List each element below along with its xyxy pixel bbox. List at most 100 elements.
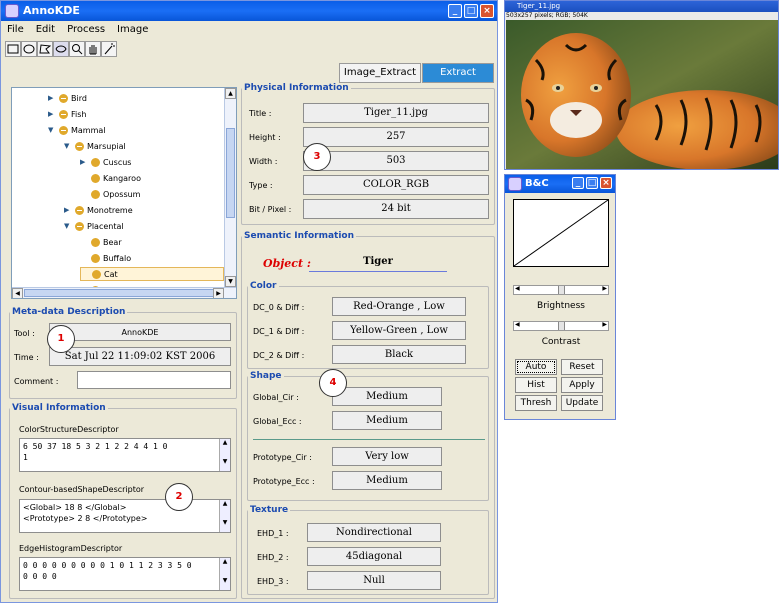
folder-node-icon (75, 141, 84, 151)
callout-2: 2 (165, 483, 193, 511)
meta-data-legend: Meta-data Description (12, 307, 126, 317)
tree-item-label: Monotreme (87, 205, 133, 215)
brightness-thumb[interactable] (558, 286, 565, 294)
shape-legend: Shape (250, 371, 282, 381)
image-title-bar[interactable]: Tiger_11.jpg (505, 1, 778, 12)
comment-input[interactable] (77, 371, 231, 389)
expand-down-icon[interactable]: ▼ (64, 222, 72, 230)
tree-item-marsupial[interactable]: ▼ Marsupial (64, 139, 126, 153)
folder-node-icon (59, 93, 68, 103)
shape-scrollbar[interactable]: ▲ ▼ (219, 500, 230, 532)
tree-item-opossum[interactable]: Opossum (80, 187, 140, 201)
expand-right-icon[interactable]: ▶ (80, 158, 88, 166)
tree-item-fish[interactable]: ▶ Fish (48, 107, 86, 121)
contrast-right-icon[interactable]: ▶ (602, 321, 607, 328)
contrast-slider[interactable]: ◀ ▶ (513, 321, 609, 331)
folder-node-icon (59, 109, 68, 119)
close-icon[interactable]: × (480, 4, 494, 18)
tree-item-kangaroo[interactable]: Kangaroo (80, 171, 141, 185)
minimize-icon[interactable]: _ (448, 4, 462, 18)
csd-scrollbar[interactable]: ▲ ▼ (219, 439, 230, 471)
tree-item-cat[interactable]: Cat (80, 267, 224, 281)
edge-scrollbar[interactable]: ▲ ▼ (219, 558, 230, 590)
tree-item-monotreme[interactable]: ▶ Monotreme (64, 203, 133, 217)
shape-desc-textarea[interactable]: <Global> 18 8 </Global> <Prototype> 2 8 … (19, 499, 231, 533)
expand-right-icon[interactable]: ▶ (48, 94, 56, 102)
tree-item-mammal[interactable]: ▼ Mammal (48, 123, 106, 137)
scroll-left-icon[interactable]: ◀ (12, 288, 23, 298)
tab-image-extract[interactable]: Image_Extract (339, 63, 421, 83)
thresh-button[interactable]: Thresh (515, 395, 557, 411)
leaf-node-icon (91, 189, 100, 199)
expand-down-icon[interactable]: ▼ (48, 126, 56, 134)
time-value: Sat Jul 22 11:09:02 KST 2006 (49, 347, 231, 366)
update-button[interactable]: Update (561, 395, 603, 411)
folder-node-icon (75, 221, 84, 231)
menu-file[interactable]: File (5, 24, 26, 35)
comment-label: Comment : (14, 377, 59, 386)
tiger-image[interactable] (506, 20, 778, 170)
texture-legend: Texture (250, 505, 289, 515)
expand-down-icon[interactable]: ▼ (64, 142, 72, 150)
tree-item-bird[interactable]: ▶ Bird (48, 91, 87, 105)
menu-bar: File Edit Process Image (5, 24, 150, 35)
brightness-slider[interactable]: ◀ ▶ (513, 285, 609, 295)
type-value: COLOR_RGB (303, 175, 489, 195)
expand-right-icon[interactable]: ▶ (48, 110, 56, 118)
maximize-icon[interactable]: □ (464, 4, 478, 18)
bc-app-icon (508, 177, 522, 191)
tree-item-label: Buffalo (103, 253, 132, 263)
edge-desc-textarea[interactable]: 0 0 0 0 0 0 0 0 0 1 0 1 1 2 3 3 5 0 0 0 … (19, 557, 231, 591)
menu-image[interactable]: Image (115, 24, 150, 35)
tree-vertical-scrollbar[interactable]: ▲ ▼ (224, 88, 236, 298)
wand-tool-icon[interactable] (101, 41, 117, 57)
tree-item-placental[interactable]: ▼ Placental (64, 219, 124, 233)
edge-line-1: 0 0 0 0 0 0 0 0 0 1 0 1 1 2 3 3 5 0 (23, 561, 192, 570)
hscroll-thumb[interactable] (24, 289, 214, 297)
tree-item-label: Cat (104, 269, 118, 279)
tree-horizontal-scrollbar[interactable]: ◀ ▶ (12, 287, 236, 298)
brightness-right-icon[interactable]: ▶ (602, 285, 607, 292)
leaf-node-icon (91, 253, 100, 263)
taxonomy-tree[interactable]: ▶ Bird ▶ Fish ▼ Mammal ▼ Marsupial ▶ Cuscus Kangar… (11, 87, 237, 299)
csd-textarea[interactable]: 6 50 37 18 5 3 2 1 2 2 4 4 1 0 1 (19, 438, 231, 472)
tree-item-bear[interactable]: Bear (80, 235, 122, 249)
rectangle-tool-icon[interactable] (5, 41, 21, 57)
dc1-label: DC_1 & Diff : (253, 327, 305, 336)
bc-close-icon[interactable]: × (600, 177, 612, 189)
magnifier-icon[interactable] (69, 41, 85, 57)
contrast-thumb[interactable] (558, 322, 565, 330)
scroll-down-icon[interactable]: ▼ (225, 276, 236, 287)
main-title-bar[interactable]: AnnoKDE _ □ × (1, 1, 497, 21)
apply-button[interactable]: Apply (561, 377, 603, 393)
tree-item-cuscus[interactable]: ▶ Cuscus (80, 155, 131, 169)
width-label: Width : (249, 157, 278, 166)
leaf-node-icon (91, 173, 100, 183)
bc-title-bar[interactable]: B&C _ □ × (505, 175, 615, 193)
auto-button[interactable]: Auto (515, 359, 557, 375)
brightness-left-icon[interactable]: ◀ (515, 285, 520, 292)
menu-edit[interactable]: Edit (34, 24, 57, 35)
tree-item-buffalo[interactable]: Buffalo (80, 251, 131, 265)
global-ecc-label: Global_Ecc : (253, 417, 302, 426)
menu-process[interactable]: Process (65, 24, 107, 35)
expand-right-icon[interactable]: ▶ (64, 206, 72, 214)
bc-maximize-icon[interactable]: □ (586, 177, 598, 189)
brightness-label: Brightness (537, 301, 585, 311)
polygon-tool-icon[interactable] (37, 41, 53, 57)
shape-divider (253, 439, 485, 440)
bc-minimize-icon[interactable]: _ (572, 177, 584, 189)
tab-extract[interactable]: Extract (422, 63, 494, 83)
ehd1-label: EHD_1 : (257, 529, 289, 538)
scroll-thumb[interactable] (226, 128, 235, 218)
hand-tool-icon[interactable] (85, 41, 101, 57)
visual-info-legend: Visual Information (12, 403, 106, 413)
scroll-right-icon[interactable]: ▶ (213, 288, 224, 298)
title-value: Tiger_11.jpg (303, 103, 489, 123)
hist-button[interactable]: Hist (515, 377, 557, 393)
contrast-left-icon[interactable]: ◀ (515, 321, 520, 328)
freehand-tool-icon[interactable] (53, 41, 69, 57)
scroll-up-icon[interactable]: ▲ (225, 88, 236, 99)
reset-button[interactable]: Reset (561, 359, 603, 375)
ellipse-tool-icon[interactable] (21, 41, 37, 57)
